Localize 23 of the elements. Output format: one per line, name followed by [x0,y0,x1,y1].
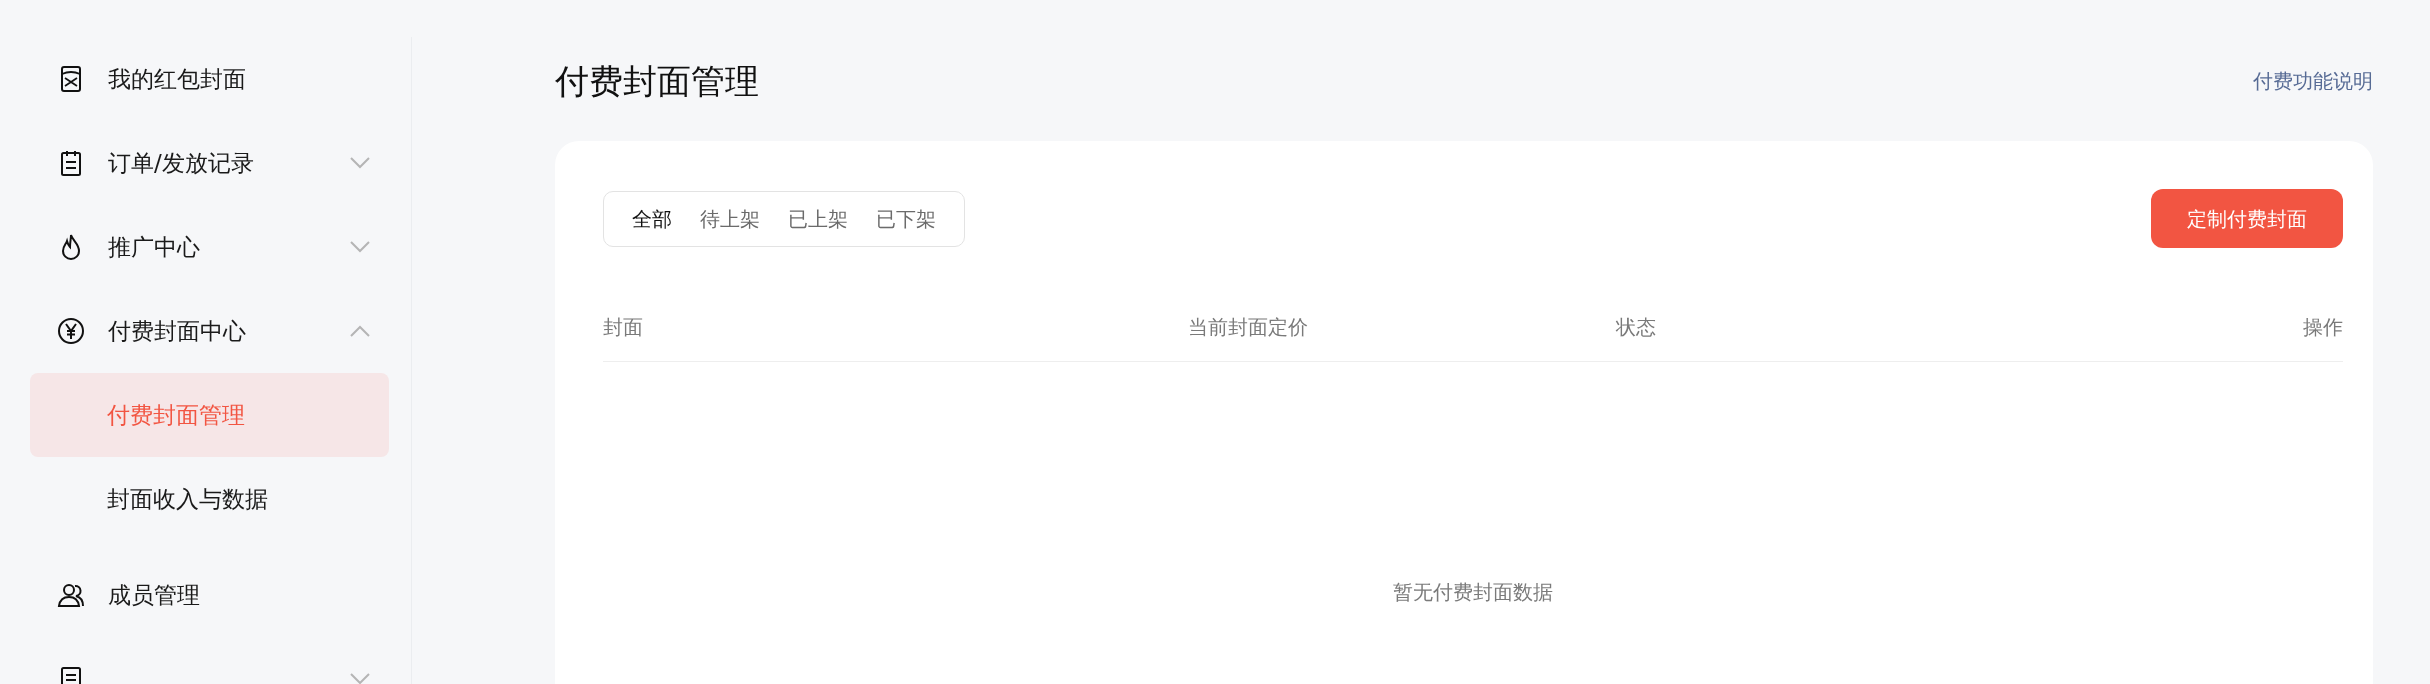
status-tab[interactable]: 已下架 [862,203,950,234]
sidebar-label: 成员管理 [108,580,200,610]
help-link[interactable]: 付费功能说明 [2253,65,2373,96]
column-header: 当前封面定价 [1188,313,1309,341]
sidebar-item[interactable]: 订单/发放记录 [0,121,411,205]
sidebar-item[interactable]: 付费封面中心 [0,289,411,373]
sidebar-item[interactable]: 推广中心 [0,205,411,289]
status-tab[interactable]: 已上架 [774,203,862,234]
column-header: 状态 [1616,313,1657,341]
sidebar-label: 我的红包封面 [108,64,246,94]
page-title: 付费封面管理 [555,63,759,98]
sidebar-label: 付费封面中心 [108,316,246,346]
sidebar-item[interactable]: 我的红包封面 [0,37,411,121]
status-tab[interactable]: 全部 [618,203,686,234]
column-header: 封面 [603,313,644,341]
sidebar-label: 推广中心 [108,232,200,262]
sidebar-subitem[interactable]: 封面收入与数据 [30,457,389,541]
sidebar-label: 订单/发放记录 [108,148,254,178]
status-tab[interactable]: 待上架 [686,203,774,234]
empty-state-text: 暂无付费封面数据 [1392,579,1554,606]
sidebar-item[interactable]: 成员管理 [0,553,411,637]
yen-circle-icon [56,316,86,346]
column-header: 操作 [2303,313,2343,341]
